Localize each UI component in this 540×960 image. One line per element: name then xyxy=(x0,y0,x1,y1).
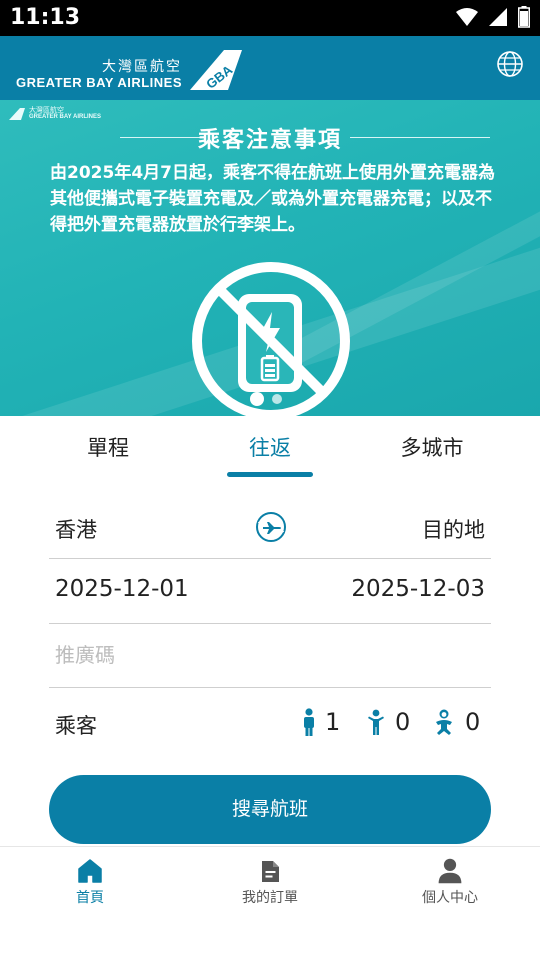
carousel-indicators[interactable] xyxy=(250,392,282,406)
origin-field[interactable]: 香港 xyxy=(55,514,97,544)
adult-icon xyxy=(304,708,314,736)
depart-date-field[interactable]: 2025-12-01 xyxy=(55,576,189,602)
logo-english-name: GREATER BAY AIRLINES xyxy=(16,75,183,90)
mini-logo-english: GREATER BAY AIRLINES xyxy=(29,114,102,120)
adult-count[interactable]: 1 xyxy=(303,708,340,736)
nav-home[interactable]: 首頁 xyxy=(0,857,180,907)
mini-logo-tail-icon xyxy=(9,107,25,120)
status-icons xyxy=(456,6,530,28)
person-icon xyxy=(438,858,462,884)
date-row: 2025-12-01 2025-12-03 xyxy=(49,559,491,624)
battery-icon xyxy=(518,6,530,28)
return-date-field[interactable]: 2025-12-03 xyxy=(351,576,485,602)
globe-language-icon[interactable] xyxy=(496,50,524,78)
passengers-label: 乘客 xyxy=(55,714,97,738)
tab-one-way[interactable]: 單程 xyxy=(28,432,188,462)
tab-multi-city[interactable]: 多城市 xyxy=(352,432,512,462)
adult-count-value: 1 xyxy=(325,708,341,736)
infant-count[interactable]: 0 xyxy=(433,708,480,736)
promo-row xyxy=(49,624,491,688)
destination-field[interactable]: 目的地 xyxy=(422,514,485,544)
flight-search-card: 單程 往返 多城市 香港 目的地 2025-12-01 2025-12-03 乘… xyxy=(26,416,514,846)
passenger-row[interactable]: 乘客 1 0 0 xyxy=(49,688,491,760)
tab-round-trip[interactable]: 往返 xyxy=(190,432,350,462)
child-count[interactable]: 0 xyxy=(367,708,410,736)
child-icon xyxy=(368,709,384,735)
banner-title-row: 乘客注意事項 xyxy=(50,122,490,153)
status-time: 11:13 xyxy=(10,5,81,30)
route-row: 香港 目的地 xyxy=(49,498,491,559)
banner-title: 乘客注意事項 xyxy=(197,128,342,153)
carousel-dot[interactable] xyxy=(272,394,282,404)
banner-mini-logo: 大灣區航空 GREATER BAY AIRLINES xyxy=(8,106,101,121)
trip-type-tabs: 單程 往返 多城市 xyxy=(26,416,514,482)
bottom-navigation: 首頁 我的訂單 個人中心 xyxy=(0,846,540,960)
status-bar: 11:13 xyxy=(0,0,540,36)
home-icon xyxy=(78,859,102,883)
mini-logo-chinese: 大灣區航空 xyxy=(29,106,64,114)
document-icon xyxy=(262,861,279,882)
nav-my-orders-label: 我的訂單 xyxy=(242,890,298,906)
nav-profile[interactable]: 個人中心 xyxy=(360,857,540,907)
carousel-dot-active[interactable] xyxy=(250,392,264,406)
signal-icon xyxy=(489,8,507,26)
promo-code-input[interactable] xyxy=(55,638,475,672)
child-count-value: 0 xyxy=(395,708,411,736)
app-header: 大灣區航空 GREATER BAY AIRLINES GBA xyxy=(0,36,540,100)
logo-tail-icon: GBA xyxy=(190,50,242,92)
logo-chinese-name: 大灣區航空 xyxy=(102,59,182,75)
active-tab-indicator xyxy=(227,472,313,477)
notice-banner[interactable]: 大灣區航空 GREATER BAY AIRLINES 乘客注意事項 由2025年… xyxy=(0,100,540,416)
nav-home-label: 首頁 xyxy=(76,890,104,906)
nav-profile-label: 個人中心 xyxy=(422,890,478,906)
nav-my-orders[interactable]: 我的訂單 xyxy=(180,857,360,907)
banner-notice-text: 由2025年4月7日起，乘客不得在航班上使用外置充電器為其他便攜式電子裝置充電及… xyxy=(50,163,495,235)
swap-route-icon[interactable] xyxy=(254,510,288,544)
app-screen: 11:13 大灣區航空 GREATER BAY AIRLINES GBA 大灣區… xyxy=(0,0,540,960)
infant-count-value: 0 xyxy=(465,708,481,736)
search-flights-button[interactable]: 搜尋航班 xyxy=(49,775,491,844)
wifi-icon xyxy=(456,8,478,26)
infant-icon xyxy=(436,709,452,735)
